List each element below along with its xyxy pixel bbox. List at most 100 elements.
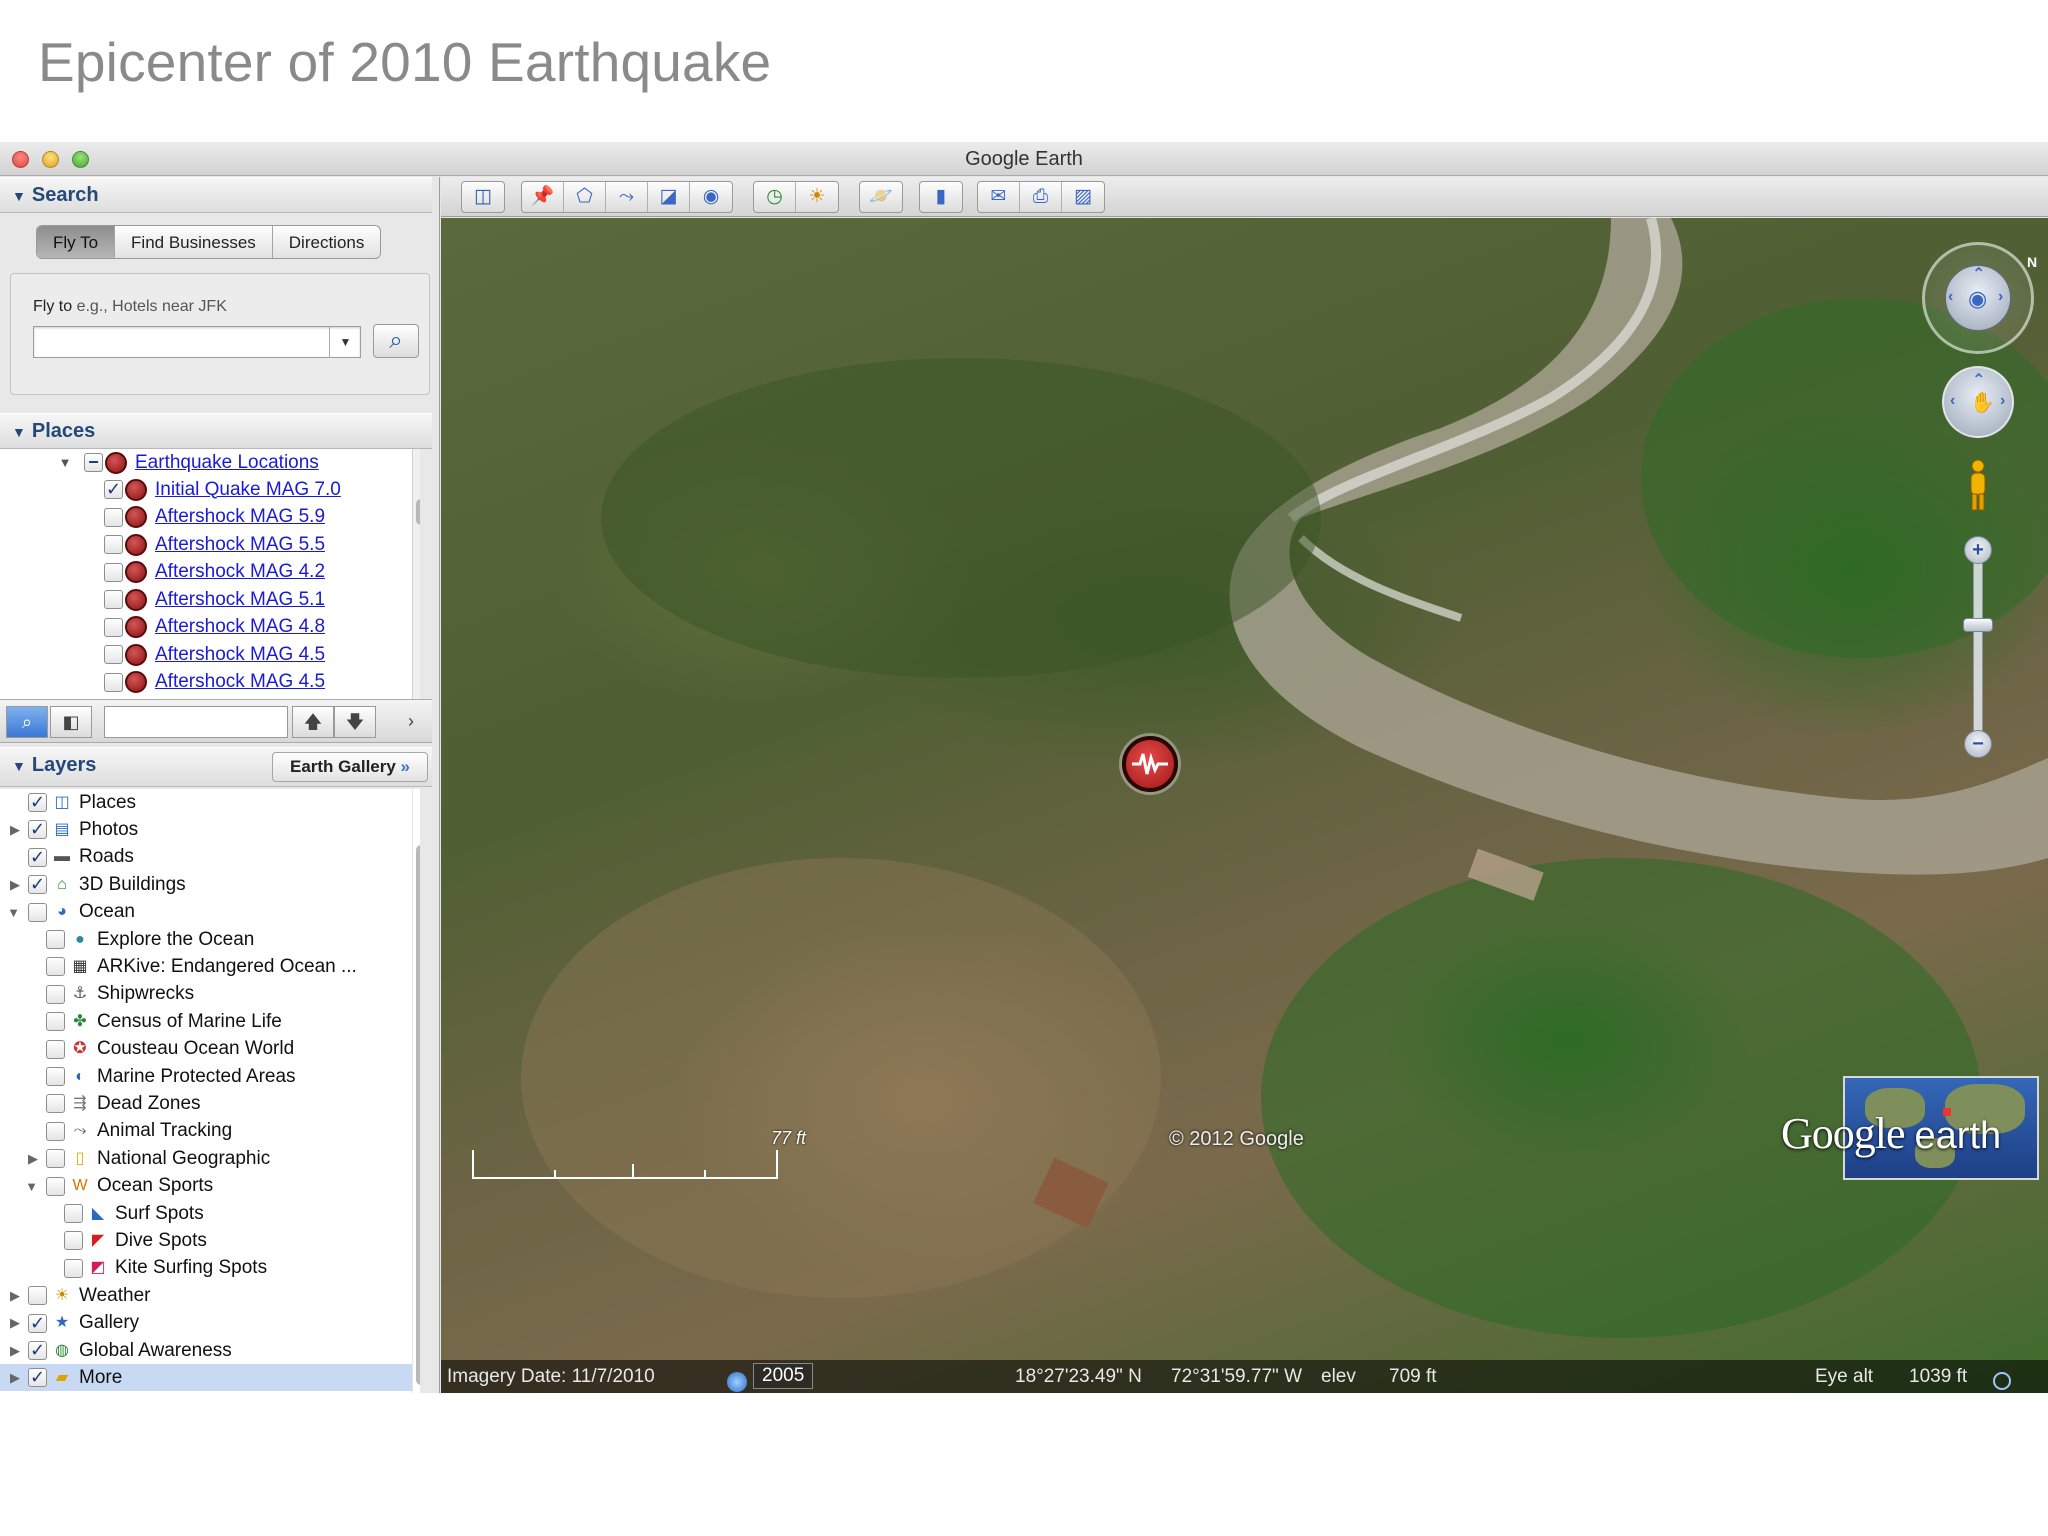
layer-item[interactable]: ◣ Surf Spots [0, 1200, 204, 1227]
place-checkbox[interactable] [104, 590, 123, 609]
layer-checkbox[interactable] [46, 1012, 65, 1032]
expand-triangle-icon[interactable]: ▶ [0, 1315, 20, 1331]
place-checkbox[interactable] [104, 617, 123, 637]
move-up-button[interactable]: 🡅 [292, 706, 334, 738]
layer-item[interactable]: ▶ ☀ Weather [0, 1282, 150, 1309]
layer-checkbox[interactable]: ✓ [28, 1368, 47, 1388]
earth-gallery-button[interactable]: Earth Gallery » [272, 752, 428, 782]
zoom-slider-handle[interactable] [1963, 618, 1993, 632]
layer-item[interactable]: ▶ ✓ ◍ Global Awareness [0, 1337, 232, 1364]
place-checkbox[interactable] [104, 535, 123, 554]
fly-to-dropdown-icon[interactable]: ▼ [329, 326, 361, 358]
places-search-button[interactable]: ⌕ [6, 706, 48, 738]
zoom-slider[interactable] [1973, 550, 1983, 746]
expand-triangle-icon[interactable]: ▼ [56, 455, 74, 470]
layer-checkbox[interactable] [46, 1121, 65, 1141]
tab-directions[interactable]: Directions [273, 226, 381, 258]
layer-checkbox[interactable] [28, 1286, 47, 1306]
layer-checkbox[interactable]: ✓ [28, 1341, 47, 1360]
layer-checkbox[interactable]: ✓ [28, 793, 47, 812]
layer-item[interactable]: ▶ ✓ ★ Gallery [0, 1310, 139, 1337]
arrow-right-icon[interactable]: › [2000, 392, 2005, 410]
folder-checkbox[interactable]: − [84, 453, 103, 472]
layer-item[interactable]: ◐ Marine Protected Areas [0, 1063, 296, 1090]
layers-scrollbar[interactable] [412, 789, 420, 1393]
save-image-button[interactable]: ▨ [1062, 182, 1104, 212]
place-checkbox[interactable] [104, 645, 123, 664]
layer-item[interactable]: ⚓ Shipwrecks [0, 981, 194, 1008]
place-link[interactable]: Initial Quake MAG 7.0 [155, 479, 341, 501]
tab-find-businesses[interactable]: Find Businesses [115, 226, 273, 258]
layer-item[interactable]: ✓ ▬ Roads [0, 844, 134, 871]
layer-checkbox[interactable] [64, 1231, 83, 1251]
layer-item[interactable]: ✤ Census of Marine Life [0, 1008, 282, 1035]
list-item[interactable]: Aftershock MAG 5.1 [104, 586, 325, 613]
place-link[interactable]: Aftershock MAG 4.8 [155, 616, 325, 638]
layer-checkbox[interactable] [64, 1258, 83, 1278]
look-control[interactable]: ⌃ ‹ › ◉ [1922, 242, 2034, 354]
place-link[interactable]: Aftershock MAG 4.2 [155, 561, 325, 583]
layer-checkbox[interactable] [46, 1149, 65, 1169]
layer-checkbox[interactable] [46, 1094, 65, 1114]
move-down-button[interactable]: 🡇 [334, 706, 376, 738]
layer-checkbox[interactable] [46, 957, 65, 977]
expand-triangle-icon[interactable]: ▼ [0, 905, 20, 920]
show-sidebar-button[interactable]: ◫ [462, 182, 504, 212]
expand-triangle-icon[interactable]: ▼ [0, 1179, 38, 1194]
historical-imagery-button[interactable]: ◷ [754, 182, 796, 212]
places-filter-input[interactable] [104, 706, 288, 738]
scrollbar-thumb[interactable] [416, 499, 420, 525]
place-link[interactable]: Aftershock MAG 4.5 [155, 671, 325, 693]
place-checkbox[interactable] [104, 507, 123, 527]
layer-checkbox[interactable]: ✓ [28, 820, 47, 840]
street-view-pegman-icon[interactable] [1963, 458, 1993, 512]
add-placemark-button[interactable]: 📌 [522, 182, 564, 212]
layer-checkbox[interactable]: ✓ [28, 875, 47, 895]
layer-checkbox[interactable] [28, 902, 47, 922]
layer-item[interactable]: ▶ ✓ ▤ Photos [0, 816, 138, 843]
imagery-year[interactable]: 2005 [753, 1363, 814, 1389]
email-button[interactable]: ✉ [978, 182, 1020, 212]
search-panel-header[interactable]: ▼ Search [0, 177, 432, 213]
layer-checkbox[interactable] [46, 984, 65, 1004]
places-scrollbar[interactable] [412, 449, 420, 699]
layer-item[interactable]: ▼ W Ocean Sports [0, 1173, 213, 1200]
map-view[interactable]: ⌃ ‹ › ◉ N ⌃ ‹ › ✋ + − 77 ft © 2012 Googl… [441, 218, 2048, 1393]
layer-item[interactable]: ⤳ Animal Tracking [0, 1118, 232, 1145]
expand-triangle-icon[interactable]: ▶ [0, 877, 20, 893]
list-item[interactable]: Aftershock MAG 4.2 [104, 559, 325, 586]
print-button[interactable]: ⎙ [1020, 182, 1062, 212]
arrow-right-icon[interactable]: › [1998, 288, 2003, 306]
list-item[interactable]: Aftershock MAG 5.5 [104, 531, 325, 558]
title-bar[interactable]: Google Earth [0, 142, 2048, 176]
layer-checkbox[interactable]: ✓ [28, 1313, 47, 1333]
record-tour-button[interactable]: ◉ [690, 182, 732, 212]
compass-north-label[interactable]: N [2027, 254, 2037, 270]
layer-item[interactable]: ● Explore the Ocean [0, 926, 254, 953]
ruler-button[interactable]: ▮ [920, 182, 962, 212]
layer-item[interactable]: ▦ ARKive: Endangered Ocean ... [0, 953, 357, 980]
expand-triangle-icon[interactable]: ▶ [0, 1370, 20, 1386]
add-overlay-button[interactable]: ◪ [648, 182, 690, 212]
search-button[interactable]: ⌕ [373, 324, 419, 358]
add-path-button[interactable]: ⤳ [606, 182, 648, 212]
layers-panel-header[interactable]: ▼ Layers Earth Gallery » [0, 747, 432, 787]
arrow-up-icon[interactable]: ⌃ [1972, 264, 1985, 284]
earthquake-epicenter-placemark[interactable] [1122, 736, 1178, 792]
layer-checkbox[interactable] [46, 1067, 65, 1086]
list-item[interactable]: ▼ − Earthquake Locations [56, 449, 319, 476]
zoom-out-button[interactable]: − [1964, 730, 1992, 758]
layer-item[interactable]: ▶ ▯ National Geographic [0, 1145, 270, 1172]
layer-checkbox[interactable] [64, 1204, 83, 1223]
layer-item[interactable]: ✓ ◫ Places [0, 789, 136, 816]
add-polygon-button[interactable]: ⬠ [564, 182, 606, 212]
sunlight-button[interactable]: ☀ [796, 182, 838, 212]
expand-triangle-icon[interactable]: ▶ [0, 1288, 20, 1304]
place-checkbox[interactable] [104, 672, 123, 692]
place-checkbox[interactable]: ✓ [104, 480, 123, 499]
arrow-left-icon[interactable]: ‹ [1948, 288, 1953, 306]
expand-triangle-icon[interactable]: ▶ [0, 1343, 20, 1359]
layer-item[interactable]: ◩ Kite Surfing Spots [0, 1255, 267, 1282]
layer-item[interactable]: ▼ ◕ Ocean [0, 899, 135, 926]
arrow-left-icon[interactable]: ‹ [1950, 392, 1955, 410]
